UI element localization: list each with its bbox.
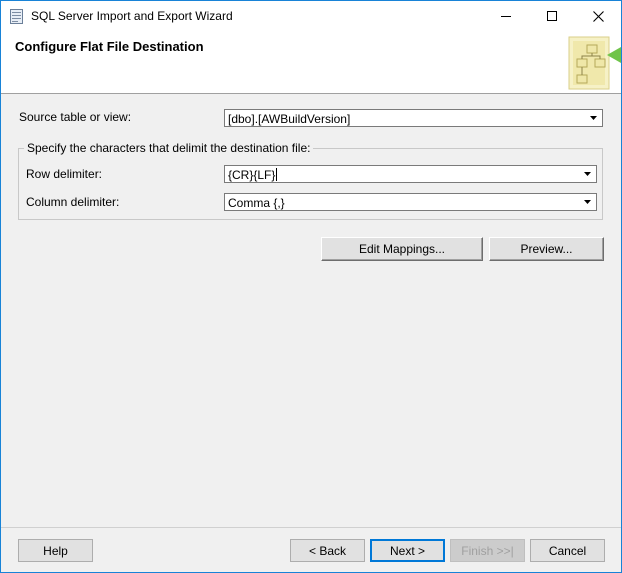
column-delimiter-label: Column delimiter: — [26, 195, 120, 209]
wizard-header: Configure Flat File Destination — [1, 31, 621, 94]
column-delimiter-dropdown-button[interactable] — [579, 195, 595, 209]
back-button[interactable]: < Back — [290, 539, 365, 562]
maximize-icon — [547, 11, 557, 21]
page-title: Configure Flat File Destination — [15, 39, 204, 54]
chevron-down-icon — [590, 116, 597, 120]
wizard-window: SQL Server Import and Export Wizard Conf… — [0, 0, 622, 573]
chevron-down-icon — [584, 172, 591, 176]
finish-button: Finish >>| — [450, 539, 525, 562]
row-delimiter-select[interactable]: {CR}{LF} — [224, 165, 597, 183]
minimize-icon — [501, 16, 511, 17]
help-button[interactable]: Help — [18, 539, 93, 562]
title-bar[interactable]: SQL Server Import and Export Wizard — [1, 1, 621, 31]
chevron-down-icon — [584, 200, 591, 204]
wizard-app-icon — [10, 9, 23, 24]
source-table-label: Source table or view: — [19, 110, 132, 124]
next-button[interactable]: Next > — [370, 539, 445, 562]
window-title: SQL Server Import and Export Wizard — [31, 9, 233, 23]
source-table-select[interactable]: [dbo].[AWBuildVersion] — [224, 109, 603, 127]
wizard-flowchart-icon — [568, 36, 621, 90]
row-delimiter-value: {CR}{LF} — [228, 168, 276, 182]
row-delimiter-value-wrap: {CR}{LF} — [228, 168, 278, 182]
cancel-button[interactable]: Cancel — [530, 539, 605, 562]
minimize-button[interactable] — [483, 1, 529, 31]
text-cursor — [276, 168, 278, 181]
row-delimiter-label: Row delimiter: — [26, 167, 103, 181]
source-table-dropdown-button[interactable] — [585, 111, 601, 125]
close-button[interactable] — [575, 1, 621, 31]
preview-button[interactable]: Preview... — [489, 237, 604, 261]
column-delimiter-select[interactable]: Comma {,} — [224, 193, 597, 211]
row-delimiter-dropdown-button[interactable] — [579, 167, 595, 181]
delimiter-group-legend: Specify the characters that delimit the … — [24, 141, 314, 155]
maximize-button[interactable] — [529, 1, 575, 31]
footer-separator — [1, 527, 621, 528]
column-delimiter-value: Comma {,} — [228, 196, 285, 210]
close-icon — [592, 10, 604, 22]
edit-mappings-button[interactable]: Edit Mappings... — [321, 237, 483, 261]
source-table-value: [dbo].[AWBuildVersion] — [228, 112, 351, 126]
